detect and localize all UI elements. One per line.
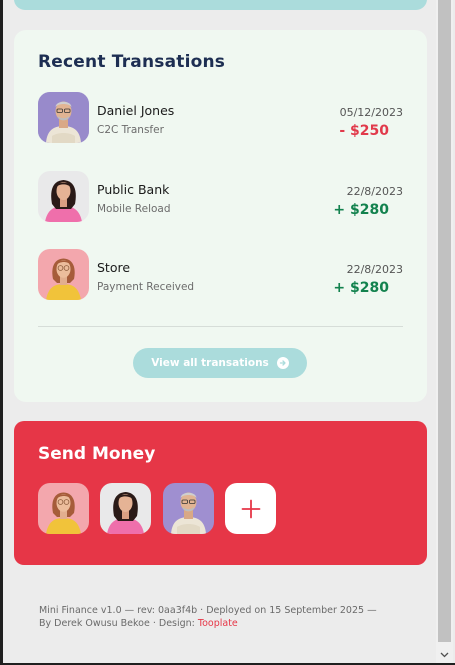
recent-transactions-card: Recent Transations Daniel Jones C2C Tran… — [14, 30, 427, 402]
transaction-type: C2C Transfer — [97, 124, 164, 136]
recent-transactions-title: Recent Transations — [38, 52, 226, 72]
transaction-name: Public Bank — [97, 182, 170, 197]
transaction-row[interactable]: Daniel Jones C2C Transfer 05/12/2023 - $… — [38, 92, 403, 144]
man-beige-avatar[interactable] — [163, 483, 214, 534]
transaction-amount: - $250 — [339, 123, 389, 139]
transactions-divider — [38, 326, 403, 327]
top-card-edge — [14, 0, 427, 10]
transaction-amount: + $280 — [333, 202, 389, 218]
transaction-date: 22/8/2023 — [346, 263, 403, 276]
transaction-type: Mobile Reload — [97, 203, 171, 215]
footer-credit-line: By Derek Owusu Bekoe · Design: Tooplate — [39, 617, 419, 630]
page-footer: Mini Finance v1.0 — rev: 0aa3f4b · Deplo… — [39, 604, 419, 630]
scrollbar-thumb[interactable] — [438, 0, 451, 642]
transaction-name: Store — [97, 260, 131, 275]
scroll-down-arrow-icon[interactable] — [436, 646, 453, 663]
view-all-transactions-button[interactable]: View all transations — [133, 348, 307, 378]
woman-pink-avatar[interactable] — [100, 483, 151, 534]
woman-yellow-avatar[interactable] — [38, 483, 89, 534]
woman-pink-avatar — [38, 171, 89, 222]
send-money-card: Send Money — [14, 421, 427, 565]
plus-icon — [241, 499, 260, 518]
send-money-title: Send Money — [38, 444, 156, 464]
transaction-row[interactable]: Public Bank Mobile Reload 22/8/2023 + $2… — [38, 171, 403, 223]
woman-yellow-avatar — [38, 249, 89, 300]
transaction-type: Payment Received — [97, 281, 195, 293]
transaction-date: 22/8/2023 — [346, 185, 403, 198]
page-viewport: Recent Transations Daniel Jones C2C Tran… — [3, 0, 436, 663]
transaction-name: Daniel Jones — [97, 103, 175, 118]
view-all-label: View all transations — [151, 357, 269, 369]
transaction-date: 05/12/2023 — [339, 106, 403, 119]
man-beige-avatar — [38, 92, 89, 143]
tooplate-link[interactable]: Tooplate — [198, 618, 238, 629]
vertical-scrollbar[interactable] — [436, 0, 453, 663]
footer-version-line: Mini Finance v1.0 — rev: 0aa3f4b · Deplo… — [39, 605, 377, 616]
footer-credit-text: By Derek Owusu Bekoe · Design: — [39, 618, 198, 629]
transaction-amount: + $280 — [333, 280, 389, 296]
transaction-row[interactable]: Store Payment Received 22/8/2023 + $280 — [38, 249, 403, 301]
add-contact-button[interactable] — [225, 483, 276, 534]
arrow-right-circle-icon — [276, 357, 289, 369]
